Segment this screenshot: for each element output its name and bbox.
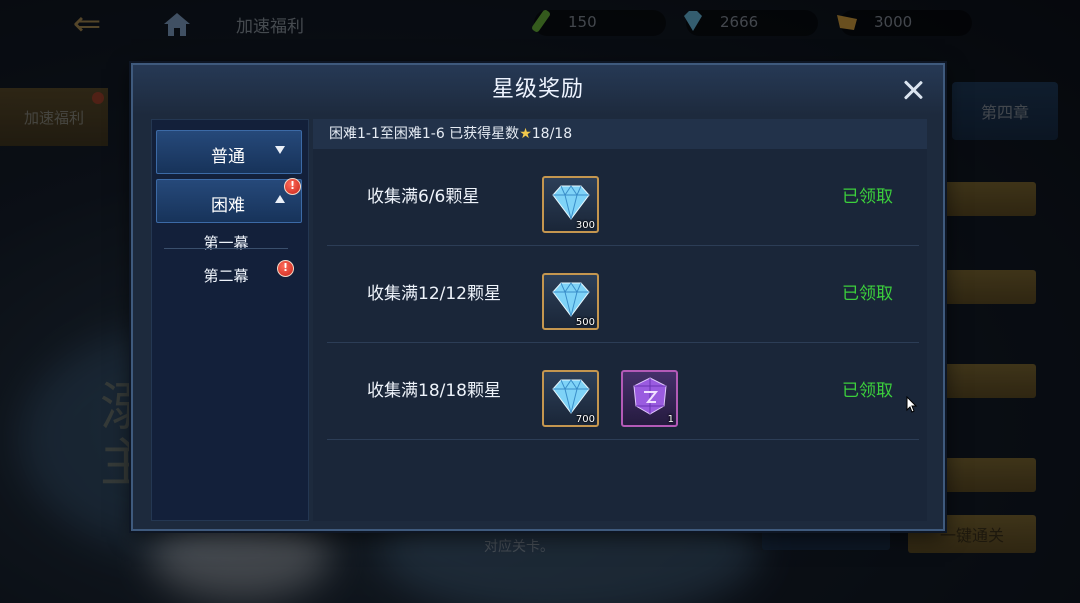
tab-hard[interactable]: 困难 bbox=[156, 179, 302, 223]
sub-item-act-2[interactable]: 第二幕 bbox=[164, 260, 288, 292]
tab-label: 普通 bbox=[211, 147, 245, 167]
reward-item-diamond[interactable]: 300 bbox=[542, 176, 599, 233]
star-reward-dialog: 星级奖励 普通 困难 ! 第一幕 第二幕 ! 困难1-1至困难1-6 已获得星数… bbox=[131, 63, 945, 531]
tab-normal[interactable]: 普通 bbox=[156, 130, 302, 174]
summary-value: 18/18 bbox=[531, 126, 573, 142]
claimed-status: 已领取 bbox=[842, 381, 893, 401]
alert-badge-icon: ! bbox=[284, 178, 301, 195]
reward-item-diamond[interactable]: 500 bbox=[542, 273, 599, 330]
reward-row: 收集满6/6颗星 300 已领取 bbox=[327, 149, 919, 246]
reward-row: 收集满18/18颗星 700 1 已领取 bbox=[327, 343, 919, 440]
difficulty-sidebar: 普通 困难 ! 第一幕 第二幕 ! bbox=[151, 119, 309, 521]
diamond-icon bbox=[552, 379, 590, 414]
reward-condition: 收集满18/18颗星 bbox=[367, 381, 501, 401]
summary-prefix: 困难1-1至困难1-6 已获得星数 bbox=[329, 126, 520, 142]
reward-condition: 收集满12/12颗星 bbox=[367, 284, 501, 304]
item-quantity: 1 bbox=[667, 414, 674, 425]
item-quantity: 700 bbox=[575, 414, 595, 425]
claimed-status: 已领取 bbox=[842, 187, 893, 207]
reward-condition: 收集满6/6颗星 bbox=[367, 187, 480, 207]
reward-item-diamond[interactable]: 700 bbox=[542, 370, 599, 427]
tab-label: 困难 bbox=[211, 196, 245, 216]
chevron-down-icon bbox=[275, 146, 285, 154]
diamond-icon bbox=[552, 185, 590, 220]
diamond-icon bbox=[552, 282, 590, 317]
item-quantity: 300 bbox=[575, 220, 595, 231]
purple-crystal-icon bbox=[633, 377, 667, 415]
reward-row: 收集满12/12颗星 500 已领取 bbox=[327, 246, 919, 343]
divider bbox=[164, 248, 288, 249]
claimed-status: 已领取 bbox=[842, 284, 893, 304]
chevron-up-icon bbox=[275, 195, 285, 203]
star-summary: 困难1-1至困难1-6 已获得星数★18/18 bbox=[313, 119, 927, 149]
close-button[interactable] bbox=[901, 78, 925, 102]
alert-badge-icon: ! bbox=[277, 260, 294, 277]
dialog-title: 星级奖励 bbox=[133, 65, 943, 115]
reward-list: 困难1-1至困难1-6 已获得星数★18/18 收集满6/6颗星 300 已领取… bbox=[313, 119, 927, 521]
sub-item-act-1[interactable]: 第一幕 bbox=[164, 227, 288, 259]
item-quantity: 500 bbox=[575, 317, 595, 328]
mouse-cursor-icon bbox=[906, 396, 918, 413]
reward-item-crystal[interactable]: 1 bbox=[621, 370, 678, 427]
star-icon: ★ bbox=[519, 126, 532, 142]
